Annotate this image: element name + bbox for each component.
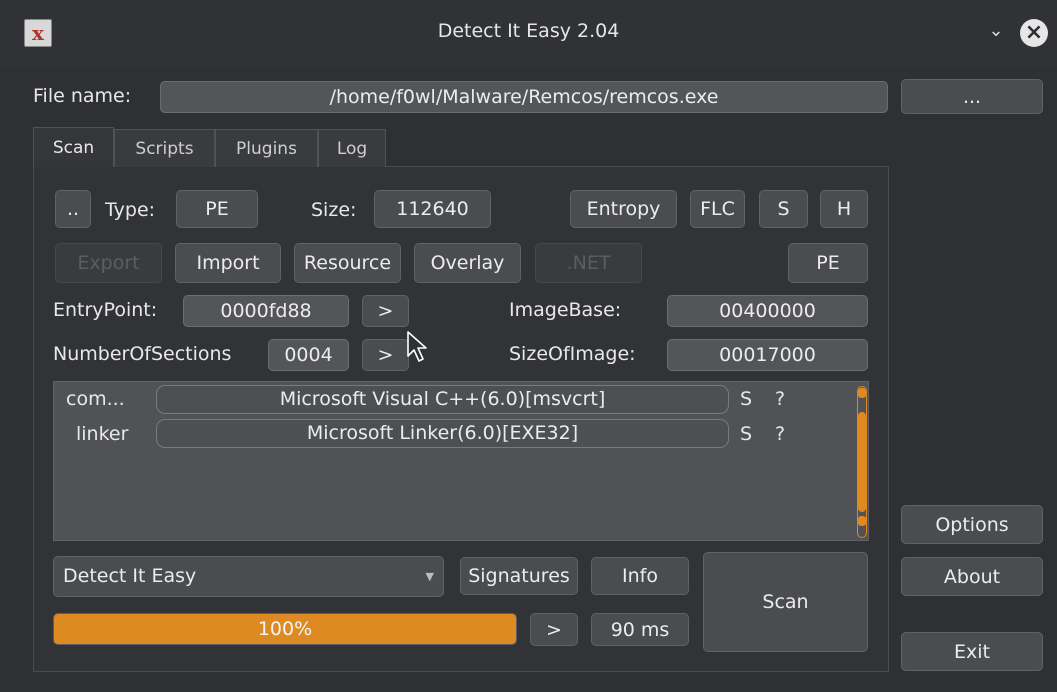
progress-text: 100% [257,618,313,640]
result-signature-button[interactable]: S [740,388,752,410]
info-button[interactable]: Info [591,557,689,595]
scan-progress-bar: 100% [53,613,517,645]
flc-button[interactable]: FLC [690,190,745,228]
sizeofimage-field[interactable]: 00017000 [667,339,868,371]
scan-button[interactable]: Scan [703,552,868,652]
import-button[interactable]: Import [175,243,281,283]
net-button[interactable]: .NET [535,243,642,283]
progress-next-button[interactable]: > [530,613,578,646]
overlay-button[interactable]: Overlay [414,243,521,283]
about-button[interactable]: About [901,557,1043,596]
options-button[interactable]: Options [901,505,1043,544]
scroll-thumb[interactable] [858,412,866,512]
scan-time-display: 90 ms [591,613,689,646]
type-label: Type: [105,199,156,221]
entropy-button[interactable]: Entropy [570,190,677,228]
result-info-button[interactable]: ? [775,423,785,445]
dropdown-arrow-icon: ▼ [425,570,434,583]
engine-select[interactable]: Detect It Easy ▼ [53,556,444,597]
result-name[interactable]: Microsoft Visual C++(6.0)[msvcrt] [156,385,729,414]
close-icon[interactable]: × [1020,19,1048,47]
imagebase-field[interactable]: 00400000 [667,295,868,327]
file-name-label: File name: [33,85,132,107]
exit-button[interactable]: Exit [901,632,1043,671]
up-button[interactable]: .. [55,190,91,228]
sections-go-button[interactable]: > [362,339,409,371]
entrypoint-label: EntryPoint: [53,299,158,321]
result-type: com... [66,388,125,410]
h-button[interactable]: H [820,190,868,228]
tab-scripts[interactable]: Scripts [114,129,215,167]
browse-button[interactable]: ... [901,79,1043,114]
type-value-button[interactable]: PE [176,190,258,228]
numsections-field[interactable]: 0004 [268,339,349,371]
tab-scan[interactable]: Scan [33,127,114,167]
resource-button[interactable]: Resource [294,243,401,283]
scroll-up-arrow[interactable] [858,388,866,398]
scroll-down-arrow[interactable] [858,516,866,526]
engine-select-value: Detect It Easy [63,565,197,587]
s-button[interactable]: S [759,190,808,228]
size-label: Size: [311,199,357,221]
imagebase-label: ImageBase: [509,299,622,321]
size-value-button[interactable]: 112640 [374,190,491,228]
result-name[interactable]: Microsoft Linker(6.0)[EXE32] [156,419,729,448]
mouse-cursor-icon [407,331,427,362]
numsections-label: NumberOfSections [53,343,232,365]
chevron-down-icon[interactable]: ⌄ [983,20,1009,46]
signatures-button[interactable]: Signatures [460,557,578,595]
file-name-field[interactable]: /home/f0wl/Malware/Remcos/remcos.exe [160,81,888,113]
pe-button[interactable]: PE [788,243,868,283]
result-info-button[interactable]: ? [775,388,785,410]
tab-plugins[interactable]: Plugins [215,129,318,167]
export-button[interactable]: Export [55,243,162,283]
sizeofimage-label: SizeOfImage: [509,343,636,365]
result-signature-button[interactable]: S [740,423,752,445]
entrypoint-go-button[interactable]: > [362,295,409,327]
entrypoint-field[interactable]: 0000fd88 [183,295,349,327]
tab-log[interactable]: Log [318,129,386,167]
result-type: linker [76,423,129,445]
window-title: Detect It Easy 2.04 [437,20,620,42]
